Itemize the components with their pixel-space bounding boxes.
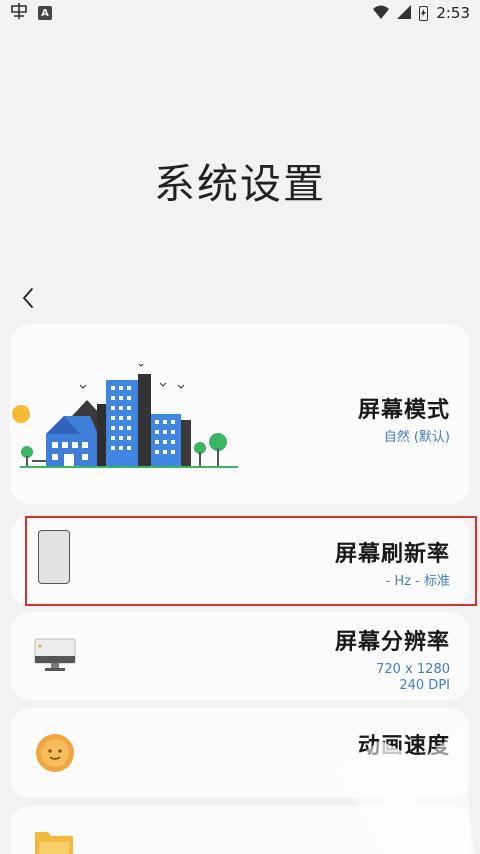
chevron-left-icon	[22, 288, 33, 308]
app-notification-icon	[10, 3, 28, 23]
page-title: 系统设置	[154, 160, 326, 208]
battery-icon	[419, 5, 429, 21]
setting-title: 动画速度	[357, 734, 450, 759]
setting-refresh-rate[interactable]: 屏幕刷新率 - Hz - 标准	[10, 516, 470, 606]
setting-subtitle: 自然 (默认)	[383, 430, 450, 445]
setting-animation-speed[interactable]: 动画速度	[10, 708, 470, 798]
status-time: 2:53	[436, 4, 470, 22]
setting-subtitle: - Hz - 标准	[385, 574, 450, 589]
dpi-value: 240 DPI	[399, 678, 450, 693]
setting-file-storage[interactable]	[10, 806, 470, 854]
folder-icon	[35, 832, 73, 854]
wifi-icon	[373, 4, 390, 23]
setting-animation-speed-text: 动画速度	[358, 728, 450, 760]
city-illustration	[12, 364, 238, 468]
setting-resolution[interactable]: 屏幕分辨率 720 x 1280 240 DPI	[10, 612, 470, 700]
setting-display-mode[interactable]: 屏幕模式 自然 (默认)	[10, 324, 470, 504]
phone-icon	[38, 530, 70, 584]
monitor-icon	[34, 638, 76, 671]
sun-icon	[36, 734, 74, 772]
setting-display-mode-text: 屏幕模式 自然 (默认)	[358, 392, 450, 446]
setting-title: 屏幕刷新率	[334, 542, 450, 567]
setting-resolution-text: 屏幕分辨率 720 x 1280 240 DPI	[335, 624, 450, 694]
status-bar: A 2:53	[0, 0, 480, 26]
back-button[interactable]	[14, 284, 42, 312]
setting-title: 屏幕模式	[357, 398, 450, 423]
a-notification-icon: A	[38, 6, 52, 20]
setting-refresh-rate-text: 屏幕刷新率 - Hz - 标准	[335, 536, 450, 590]
resolution-value: 720 x 1280	[376, 662, 450, 677]
setting-subtitle: 720 x 1280 240 DPI	[335, 662, 450, 694]
signal-icon	[397, 4, 412, 23]
setting-title: 屏幕分辨率	[334, 630, 450, 655]
